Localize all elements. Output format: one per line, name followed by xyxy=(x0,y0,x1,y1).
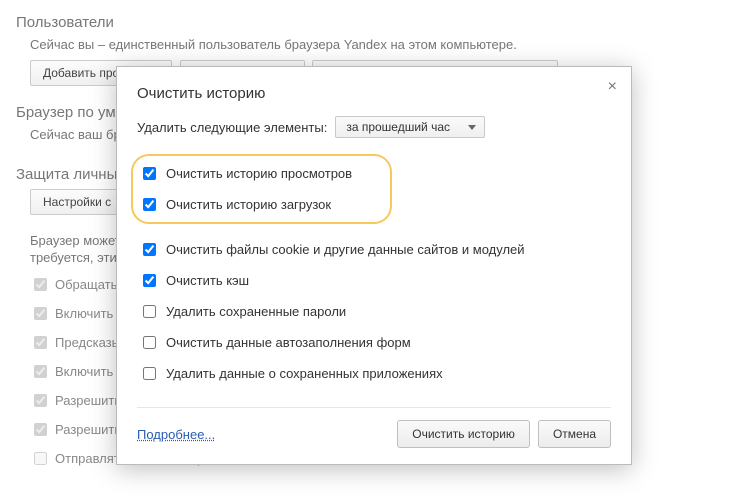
clear-download-history-label: Очистить историю загрузок xyxy=(166,197,331,212)
clear-history-button[interactable]: Очистить историю xyxy=(397,420,530,448)
opt-enable-a-checkbox[interactable] xyxy=(34,365,47,378)
clear-download-history-checkbox[interactable] xyxy=(143,198,156,211)
opt-allow-label: Разрешить xyxy=(55,393,121,408)
content-settings-button[interactable]: Настройки с xyxy=(30,189,124,215)
clear-apps-checkbox[interactable] xyxy=(143,367,156,380)
opt-enable-p-label: Включить п xyxy=(55,306,124,321)
clear-cookies-label: Очистить файлы cookie и другие данные са… xyxy=(166,242,525,257)
opt-allow-checkbox[interactable] xyxy=(34,394,47,407)
cancel-button[interactable]: Отмена xyxy=(538,420,611,448)
opt-requests-checkbox[interactable] xyxy=(34,278,47,291)
dialog-title: Очистить историю xyxy=(137,85,611,102)
clear-browsing-history-checkbox[interactable] xyxy=(143,167,156,180)
opt-requests-label: Обращать xyxy=(55,277,117,292)
users-title: Пользователи xyxy=(16,14,717,31)
clear-cache-checkbox[interactable] xyxy=(143,274,156,287)
clear-history-dialog: × Очистить историю Удалить следующие эле… xyxy=(116,66,632,465)
learn-more-link[interactable]: Подробнее... xyxy=(137,427,215,442)
opt-crash-checkbox[interactable] xyxy=(34,423,47,436)
clear-autofill-label: Очистить данные автозаполнения форм xyxy=(166,335,411,350)
opt-predict-checkbox[interactable] xyxy=(34,336,47,349)
close-icon[interactable]: × xyxy=(608,79,617,95)
clear-passwords-label: Удалить сохраненные пароли xyxy=(166,304,346,319)
time-range-select[interactable]: за прошедший час xyxy=(335,116,485,138)
clear-cache-label: Очистить кэш xyxy=(166,273,249,288)
clear-passwords-checkbox[interactable] xyxy=(143,305,156,318)
clear-autofill-checkbox[interactable] xyxy=(143,336,156,349)
time-range-value: за прошедший час xyxy=(346,120,450,134)
clear-browsing-history-label: Очистить историю просмотров xyxy=(166,166,352,181)
opt-enable-p-checkbox[interactable] xyxy=(34,307,47,320)
highlight-annotation: Очистить историю просмотров Очистить ист… xyxy=(131,154,392,224)
opt-predict-label: Предсказы xyxy=(55,335,121,350)
clear-apps-label: Удалить данные о сохраненных приложениях xyxy=(166,366,443,381)
opt-dnt-checkbox[interactable] xyxy=(34,452,47,465)
users-subtitle: Сейчас вы – единственный пользователь бр… xyxy=(30,37,717,52)
delete-following-label: Удалить следующие элементы: xyxy=(137,120,327,135)
clear-cookies-checkbox[interactable] xyxy=(143,243,156,256)
opt-enable-a-label: Включить а xyxy=(55,364,124,379)
